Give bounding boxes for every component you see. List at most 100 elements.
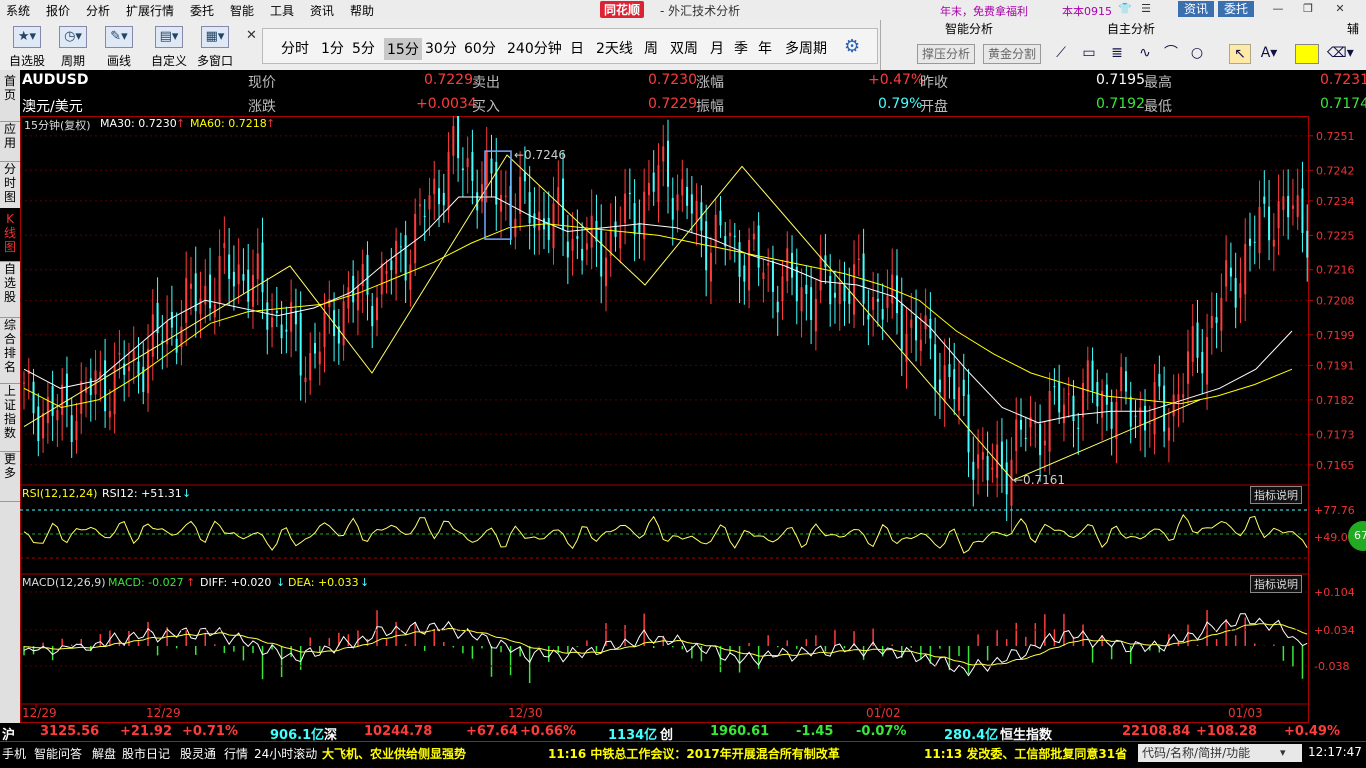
period-240m[interactable]: 240分钟 [507,38,562,58]
wave-tool-icon[interactable]: ∿ [1135,44,1155,62]
status-quotes[interactable]: 行情 [224,745,248,762]
status-rolling[interactable]: 24小时滚动 [254,745,317,762]
menu-smart[interactable]: 智能 [230,2,254,19]
macd-tick-label: +0.104 [1314,586,1355,599]
promo-link[interactable]: 年末，免费拿福利 [940,3,1028,19]
candle-body [504,195,507,197]
custom-button[interactable]: ▤▾ 自定义 [148,22,190,68]
chevron-down-icon[interactable]: ▾ [1280,746,1286,759]
side-tab-6[interactable]: 上证指数 [0,380,20,452]
color-swatch[interactable] [1295,44,1319,64]
status-jiepan[interactable]: 解盘 [92,745,116,762]
menu-help[interactable]: 帮助 [350,2,374,19]
menu-quote[interactable]: 报价 [46,2,70,19]
news-ticker-2[interactable]: 11:16 中铁总工作会议：2017年开展混合所有制改革 [548,745,840,762]
hs-percent: +0.49% [1284,724,1340,739]
candle-body [151,314,154,357]
menu-tools[interactable]: 工具 [270,2,294,19]
status-qa[interactable]: 智能问答 [34,745,82,762]
support-pressure-button[interactable]: 撑压分析 [917,44,976,64]
circle-tool-icon[interactable]: ○ [1187,44,1207,62]
period-15m[interactable]: 15分 [384,38,422,60]
channel-tool-icon[interactable]: ≣ [1107,44,1127,62]
tab-aux[interactable]: 辅 [1347,20,1359,37]
multi-window-button[interactable]: ▦▾ 多窗口 [194,22,236,68]
candle-body [719,210,722,226]
candle-body [490,158,493,174]
candle-body [771,260,774,292]
candle-body [628,192,631,195]
candle-body [80,381,83,414]
candle-body [23,382,25,384]
status-diary[interactable]: 股市日记 [122,745,170,762]
high-mark-label: ←0.7246 [514,148,566,162]
tab-self-analysis[interactable]: 自主分析 [1107,20,1155,37]
minimize-icon[interactable]: — [1268,2,1288,16]
shirt-icon[interactable]: 👕 [1115,2,1135,16]
search-input[interactable]: 代码/名称/简拼/功能 [1138,744,1302,762]
cursor-tool-icon[interactable]: ↖ [1229,44,1251,64]
period-year[interactable]: 年 [758,38,772,58]
gear-icon[interactable]: ⚙ [844,36,860,57]
side-tab-7[interactable]: 更多 [0,448,20,502]
candle-body [371,306,374,327]
kline-chart[interactable]: 0.7251 0.7242 0.7234 0.7225 0.7216 0.7208 0.71… [20,116,1366,723]
menu-info[interactable]: 资讯 [310,2,334,19]
side-tab-1[interactable]: 应用 [0,118,20,162]
menu-icon[interactable]: ☰ [1136,2,1156,16]
period-30m[interactable]: 30分 [425,38,457,58]
side-tab-3[interactable]: K线图 [0,208,20,262]
close-icon[interactable]: ✕ [1330,2,1350,16]
side-tab-2[interactable]: 分时图 [0,158,20,212]
news-ticker-3[interactable]: 11:13 发改委、工信部批复同意31省 [924,745,1127,762]
period-season[interactable]: 季 [734,38,748,58]
candle-body [857,258,860,261]
arc-tool-icon[interactable]: ⌒ [1161,44,1181,62]
draw-line-button[interactable]: ✎▾ 画线 [98,22,140,68]
candle-body [514,218,517,237]
news-ticker-1[interactable]: 大飞机、农业供给侧显强势 [322,745,466,762]
menu-analysis[interactable]: 分析 [86,2,110,19]
candle-body [218,256,221,304]
candle-body [1144,405,1147,431]
period-60m[interactable]: 60分 [464,38,496,58]
trade-button[interactable]: 委托 [1218,1,1255,17]
period-week[interactable]: 周 [644,38,658,58]
period-multi[interactable]: 多周期 [785,38,827,58]
period-day[interactable]: 日 [570,38,584,58]
menu-system[interactable]: 系统 [6,2,30,19]
menu-extended[interactable]: 扩展行情 [126,2,174,19]
restore-icon[interactable]: ❐ [1298,2,1318,16]
prev-label: 昨收 [920,75,948,91]
version-label[interactable]: 本本0915 [1062,3,1112,19]
rect-tool-icon[interactable]: ▭ [1079,44,1099,62]
candle-body [981,452,984,460]
menu-trade[interactable]: 委托 [190,2,214,19]
news-button[interactable]: 资讯 [1178,1,1215,17]
side-tab-0[interactable]: 首页 [0,70,20,122]
status-lingtong[interactable]: 股灵通 [180,745,216,762]
side-tab-5[interactable]: 综合排名 [0,314,20,384]
close-toolbar-icon[interactable]: ✕ [246,28,257,43]
candle-body [256,253,259,280]
period-2week[interactable]: 双周 [670,38,698,58]
tab-smart-analysis[interactable]: 智能分析 [945,20,993,37]
candle-body [1029,416,1032,428]
rsi-explain-button[interactable]: 指标说明 [1250,486,1302,504]
side-tab-4[interactable]: 自选股 [0,258,20,318]
period-1m[interactable]: 1分 [321,38,344,58]
candle-body [170,311,173,328]
status-mobile[interactable]: 手机 [2,745,26,762]
candle-body [1058,382,1061,413]
period-5m[interactable]: 5分 [352,38,375,58]
macd-explain-button[interactable]: 指标说明 [1250,575,1302,593]
golden-ratio-button[interactable]: 黄金分割 [983,44,1042,64]
period-button[interactable]: ◷▾ 周期 [52,22,94,68]
period-month[interactable]: 月 [710,38,724,58]
delete-tool-icon[interactable]: ⌫▾ [1327,44,1354,62]
watchlist-button[interactable]: ★▾ 自选股 [6,22,48,68]
period-fenshi[interactable]: 分时 [281,38,309,58]
period-2day[interactable]: 2天线 [596,38,633,58]
line-tool-icon[interactable]: ⟋ [1051,44,1071,62]
text-tool-icon[interactable]: A▾ [1259,44,1279,62]
